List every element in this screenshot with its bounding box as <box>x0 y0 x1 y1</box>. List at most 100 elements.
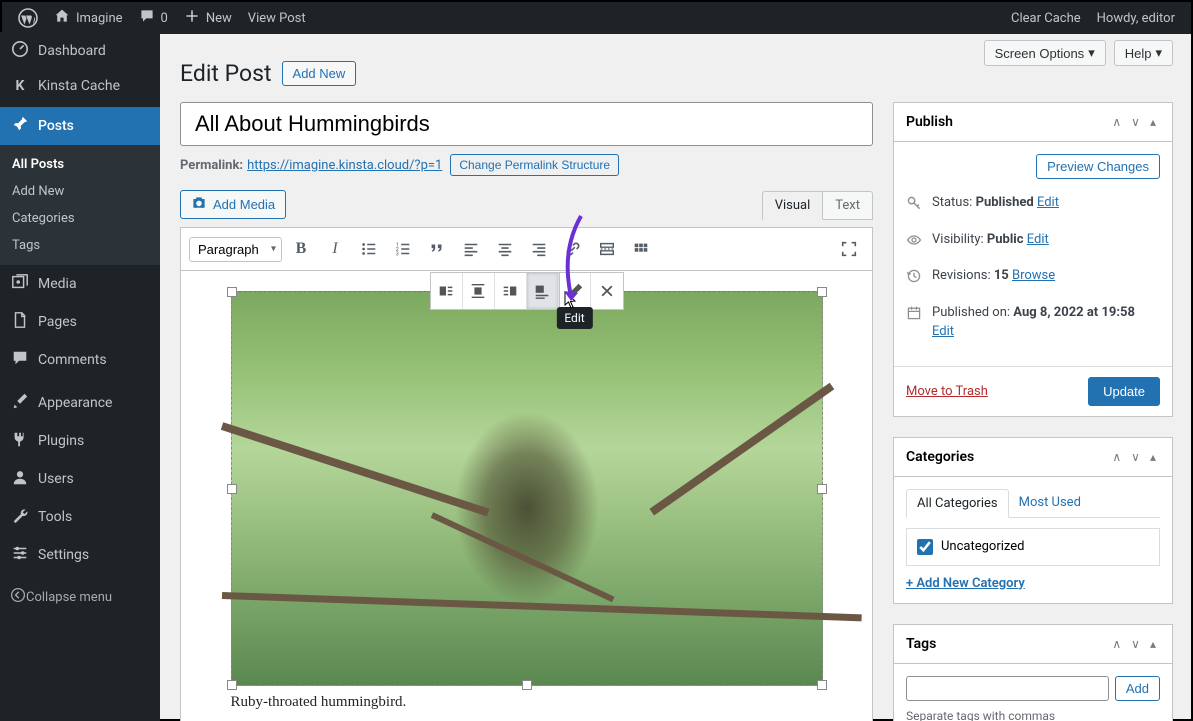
tags-input[interactable] <box>906 676 1109 701</box>
category-checkbox[interactable] <box>917 539 933 555</box>
category-uncategorized[interactable]: Uncategorized <box>917 539 1149 555</box>
submenu-tags[interactable]: Tags <box>0 232 160 259</box>
change-permalink-button[interactable]: Change Permalink Structure <box>450 154 619 176</box>
move-up-icon[interactable]: ∧ <box>1108 635 1125 653</box>
tab-visual[interactable]: Visual <box>762 191 824 220</box>
move-to-trash-link[interactable]: Move to Trash <box>906 384 988 399</box>
dashboard-icon <box>10 40 30 62</box>
collapse-menu-button[interactable]: Collapse menu <box>0 579 160 615</box>
permalink-label: Permalink: <box>180 158 243 173</box>
numbered-list-button[interactable]: 123 <box>388 234 418 264</box>
editor-toolbar: Paragraph B I 123 <box>180 227 873 271</box>
move-up-icon[interactable]: ∧ <box>1108 113 1125 131</box>
wp-logo-menu[interactable] <box>10 2 46 34</box>
menu-tools[interactable]: Tools <box>0 498 160 536</box>
add-new-button[interactable]: Add New <box>282 61 357 86</box>
italic-button[interactable]: I <box>320 234 350 264</box>
menu-kinsta-cache[interactable]: K Kinsta Cache <box>0 70 160 102</box>
tab-all-categories[interactable]: All Categories <box>906 489 1009 518</box>
menu-appearance-label: Appearance <box>38 395 112 411</box>
toggle-panel-icon[interactable]: ▴ <box>1146 635 1160 653</box>
add-tag-button[interactable]: Add <box>1115 676 1160 701</box>
plug-icon <box>10 430 30 452</box>
menu-dashboard-label: Dashboard <box>38 43 106 59</box>
chevron-down-icon: ▾ <box>1155 45 1162 61</box>
help-button[interactable]: Help ▾ <box>1114 40 1173 66</box>
browse-revisions-link[interactable]: Browse <box>1012 268 1055 283</box>
calendar-icon <box>906 305 922 328</box>
menu-settings[interactable]: Settings <box>0 536 160 574</box>
align-left-button[interactable] <box>456 234 486 264</box>
wrench-icon <box>10 506 30 528</box>
collapse-icon <box>10 587 26 607</box>
toggle-panel-icon[interactable]: ▴ <box>1146 113 1160 131</box>
screen-options-button[interactable]: Screen Options ▾ <box>984 40 1106 66</box>
svg-text:3: 3 <box>396 251 399 257</box>
submenu-categories[interactable]: Categories <box>0 205 160 232</box>
post-image[interactable] <box>231 291 823 686</box>
preview-changes-button[interactable]: Preview Changes <box>1036 154 1160 179</box>
menu-comments[interactable]: Comments <box>0 341 160 379</box>
add-media-label: Add Media <box>213 197 275 212</box>
submenu-all-posts[interactable]: All Posts <box>0 151 160 178</box>
menu-settings-label: Settings <box>38 547 89 563</box>
menu-tools-label: Tools <box>38 509 72 525</box>
eye-icon <box>906 232 922 255</box>
move-down-icon[interactable]: ∨ <box>1127 448 1144 466</box>
edit-status-link[interactable]: Edit <box>1037 195 1059 210</box>
bold-button[interactable]: B <box>286 234 316 264</box>
submenu-add-new[interactable]: Add New <box>0 178 160 205</box>
menu-plugins[interactable]: Plugins <box>0 422 160 460</box>
new-content-menu[interactable]: New <box>176 2 240 34</box>
align-right-button[interactable] <box>524 234 554 264</box>
pin-icon <box>10 115 30 137</box>
menu-kinsta-label: Kinsta Cache <box>38 78 120 94</box>
clear-cache-link[interactable]: Clear Cache <box>1003 2 1089 34</box>
align-center-button[interactable] <box>490 234 520 264</box>
menu-dashboard[interactable]: Dashboard <box>0 32 160 70</box>
link-button[interactable] <box>558 234 588 264</box>
tab-text[interactable]: Text <box>823 191 873 220</box>
blockquote-button[interactable] <box>422 234 452 264</box>
editor-content-area[interactable]: Edit <box>180 271 873 721</box>
tab-most-used[interactable]: Most Used <box>1009 489 1091 517</box>
bullet-list-button[interactable] <box>354 234 384 264</box>
revisions-icon <box>906 268 922 291</box>
format-select[interactable]: Paragraph <box>189 237 282 262</box>
plus-icon <box>184 8 200 28</box>
media-icon <box>10 273 30 295</box>
move-down-icon[interactable]: ∨ <box>1127 635 1144 653</box>
move-down-icon[interactable]: ∨ <box>1127 113 1144 131</box>
permalink-row: Permalink: https://imagine.kinsta.cloud/… <box>180 154 873 176</box>
toggle-panel-icon[interactable]: ▴ <box>1146 448 1160 466</box>
move-up-icon[interactable]: ∧ <box>1108 448 1125 466</box>
toolbar-toggle-button[interactable] <box>626 234 656 264</box>
clear-cache-label: Clear Cache <box>1011 11 1081 26</box>
my-account-menu[interactable]: Howdy, editor <box>1089 2 1183 34</box>
img-align-left-button[interactable] <box>431 273 463 309</box>
menu-media[interactable]: Media <box>0 265 160 303</box>
add-new-category-link[interactable]: + Add New Category <box>906 576 1025 591</box>
img-align-center-button[interactable] <box>463 273 495 309</box>
site-name-menu[interactable]: Imagine <box>46 2 131 34</box>
read-more-button[interactable] <box>592 234 622 264</box>
img-remove-button[interactable] <box>591 273 623 309</box>
img-align-right-button[interactable] <box>495 273 527 309</box>
edit-visibility-link[interactable]: Edit <box>1027 232 1049 247</box>
update-button[interactable]: Update <box>1088 377 1160 406</box>
collapse-label: Collapse menu <box>26 590 112 605</box>
menu-users[interactable]: Users <box>0 460 160 498</box>
edit-date-link[interactable]: Edit <box>932 324 954 339</box>
menu-appearance[interactable]: Appearance <box>0 384 160 422</box>
add-media-button[interactable]: Add Media <box>180 190 286 219</box>
img-align-none-button[interactable] <box>527 273 559 309</box>
menu-posts[interactable]: Posts <box>0 107 160 145</box>
comments-menu[interactable]: 0 <box>131 2 176 34</box>
image-caption[interactable]: Ruby-throated hummingbird. <box>231 694 823 711</box>
view-post-link[interactable]: View Post <box>240 2 314 34</box>
img-edit-button[interactable]: Edit <box>559 273 591 309</box>
fullscreen-button[interactable] <box>834 234 864 264</box>
post-title-input[interactable] <box>180 102 873 146</box>
menu-pages[interactable]: Pages <box>0 303 160 341</box>
permalink-url[interactable]: https://imagine.kinsta.cloud/?p=1 <box>247 158 442 173</box>
